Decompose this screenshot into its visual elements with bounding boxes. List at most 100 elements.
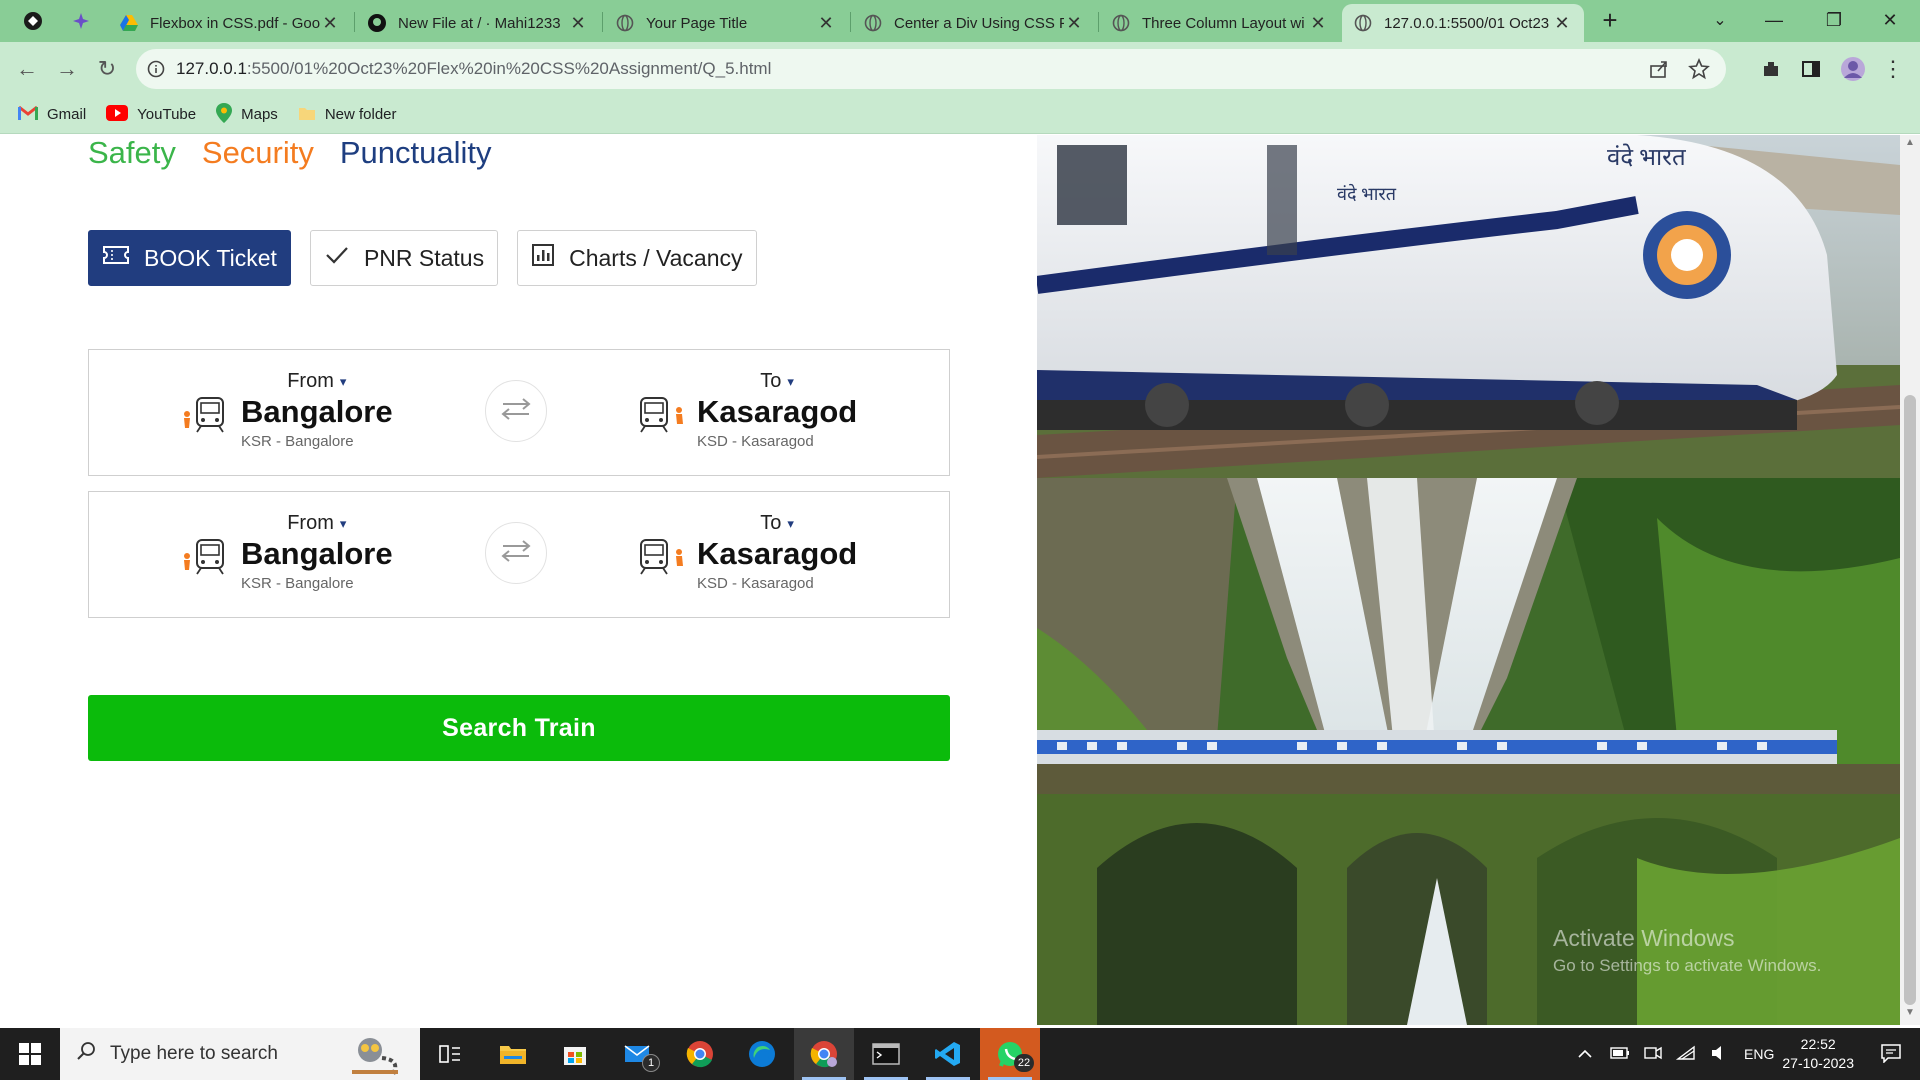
watermark-subtitle: Go to Settings to activate Windows.: [1553, 956, 1822, 975]
to-station[interactable]: To ▾ Kasaragod KSD - Kasaragod: [637, 370, 857, 450]
chrome-active-icon[interactable]: [794, 1028, 854, 1080]
new-tab-button[interactable]: +: [1594, 6, 1626, 36]
tab-1[interactable]: New File at / · Mahi1233 ✕: [356, 4, 600, 42]
swap-stations-button[interactable]: [485, 380, 547, 442]
clock[interactable]: 22:52 27-10-2023: [1782, 1035, 1854, 1073]
scrollbar-thumb[interactable]: [1904, 395, 1916, 1005]
close-icon[interactable]: ✕: [1308, 13, 1328, 34]
close-icon[interactable]: ✕: [320, 13, 340, 34]
bookmark-label: YouTube: [137, 106, 197, 123]
volume-icon[interactable]: [1710, 1045, 1728, 1064]
wifi-icon[interactable]: [1675, 1045, 1696, 1064]
tab-separator: [850, 12, 851, 32]
tab-2[interactable]: Your Page Title ✕: [604, 4, 848, 42]
bookmarks-bar: Gmail YouTube Maps New folder: [0, 96, 1920, 134]
tagline-security: Security: [201, 135, 314, 170]
route-card: From ▾ Bangalore KSR - Bangalore To ▾ Kasa…: [88, 349, 950, 476]
avatar[interactable]: [1838, 54, 1868, 84]
microsoft-store-icon[interactable]: [545, 1028, 605, 1080]
bookmark-star-icon[interactable]: [1688, 57, 1710, 85]
menu-kebab-icon[interactable]: ⋮: [1878, 54, 1908, 84]
start-button[interactable]: [0, 1028, 60, 1080]
tab-list-chevron-icon[interactable]: ⌄: [1690, 0, 1750, 40]
url-text: 127.0.0.1:5500/01%20Oct23%20Flex%20in%20…: [176, 59, 771, 79]
minimize-button[interactable]: —: [1744, 0, 1804, 40]
chrome-icon[interactable]: [670, 1028, 730, 1080]
reload-button[interactable]: ↻: [92, 54, 122, 84]
svg-text:वंदे भारत: वंदे भारत: [1607, 143, 1687, 171]
profile-app-icon[interactable]: [16, 6, 50, 36]
bookmark-label: New folder: [324, 106, 397, 123]
tab-title: 127.0.0.1:5500/01 Oct23: [1384, 14, 1550, 32]
chevron-up-icon[interactable]: [1578, 1046, 1592, 1062]
chevron-down-icon[interactable]: ▾: [787, 516, 794, 532]
maps-icon: [216, 102, 233, 127]
address-bar[interactable]: 127.0.0.1:5500/01%20Oct23%20Flex%20in%20…: [136, 49, 1726, 89]
search-train-button[interactable]: Search Train: [88, 695, 950, 761]
chevron-down-icon[interactable]: ▾: [787, 374, 794, 390]
tab-3[interactable]: Center a Div Using CSS F ✕: [852, 4, 1096, 42]
restore-button[interactable]: ❐: [1804, 0, 1864, 40]
vscode-icon[interactable]: [918, 1028, 978, 1080]
browser-tab-strip: Flexbox in CSS.pdf - Goo ✕ New File at /…: [0, 0, 1920, 42]
notifications-icon[interactable]: [1880, 1043, 1902, 1066]
close-icon[interactable]: ✕: [1064, 13, 1084, 34]
tab-4[interactable]: Three Column Layout wi ✕: [1100, 4, 1340, 42]
bookmark-gmail[interactable]: Gmail: [18, 105, 86, 125]
bookmark-new-folder[interactable]: New folder: [298, 105, 397, 125]
search-highlight-lemur-icon: [342, 1030, 406, 1084]
bookmark-maps[interactable]: Maps: [216, 102, 278, 127]
taskbar-search-box[interactable]: Type here to search: [60, 1028, 420, 1080]
google-drive-icon: [120, 14, 138, 32]
battery-icon[interactable]: [1610, 1046, 1630, 1062]
page-viewport: Safety Security Punctuality BOOK Ticket …: [0, 135, 1920, 1025]
whatsapp-icon[interactable]: 22: [980, 1028, 1040, 1080]
train-station-icon: [637, 388, 687, 438]
chevron-down-icon[interactable]: ▾: [340, 374, 347, 390]
scroll-down-arrow[interactable]: ▼: [1900, 1007, 1920, 1023]
meet-now-icon[interactable]: [1644, 1045, 1662, 1064]
site-info-icon[interactable]: [136, 60, 176, 78]
whatsapp-badge: 22: [1014, 1054, 1034, 1072]
bookmark-youtube[interactable]: YouTube: [106, 104, 197, 125]
scroll-up-arrow[interactable]: ▲: [1900, 137, 1920, 153]
from-station[interactable]: From ▾ Bangalore KSR - Bangalore: [181, 370, 393, 450]
windows-logo-icon: [19, 1043, 41, 1065]
close-window-button[interactable]: ✕: [1860, 0, 1920, 40]
share-icon[interactable]: [1648, 58, 1670, 85]
from-code: KSR - Bangalore: [241, 575, 354, 592]
train-station-icon: [637, 530, 687, 580]
charts-vacancy-button[interactable]: Charts / Vacancy: [517, 230, 757, 286]
tab-0[interactable]: Flexbox in CSS.pdf - Goo ✕: [108, 4, 352, 42]
swap-stations-button[interactable]: [485, 522, 547, 584]
to-station[interactable]: To ▾ Kasaragod KSD - Kasaragod: [637, 512, 857, 592]
from-city: Bangalore: [241, 394, 393, 429]
edge-icon[interactable]: [732, 1028, 792, 1080]
from-station[interactable]: From ▾ Bangalore KSR - Bangalore: [181, 512, 393, 592]
tab-search-icon[interactable]: [64, 6, 98, 36]
terminal-icon[interactable]: [856, 1028, 916, 1080]
pnr-status-button[interactable]: PNR Status: [309, 230, 499, 286]
mail-icon[interactable]: 1: [608, 1028, 668, 1080]
svg-text:वंदे भारत: वंदे भारत: [1337, 183, 1397, 204]
action-buttons: BOOK Ticket PNR Status Charts / Vacancy: [88, 230, 757, 286]
from-label: From: [287, 370, 334, 392]
file-explorer-icon[interactable]: [483, 1028, 543, 1080]
language-indicator[interactable]: ENG: [1744, 1046, 1774, 1062]
clock-time: 22:52: [1800, 1036, 1836, 1052]
extensions-icon[interactable]: [1756, 54, 1786, 84]
close-icon[interactable]: ✕: [1552, 13, 1572, 34]
side-panel-icon[interactable]: [1796, 54, 1826, 84]
page-scrollbar[interactable]: ▲ ▼: [1900, 135, 1920, 1025]
url-host: 127.0.0.1: [176, 59, 247, 78]
forward-button[interactable]: →: [52, 54, 82, 84]
close-icon[interactable]: ✕: [816, 13, 836, 34]
task-view-icon[interactable]: [420, 1028, 480, 1080]
book-ticket-button[interactable]: BOOK Ticket: [88, 230, 291, 286]
close-icon[interactable]: ✕: [568, 13, 588, 34]
back-button[interactable]: ←: [12, 54, 42, 84]
tab-5-active[interactable]: 127.0.0.1:5500/01 Oct23 ✕: [1342, 4, 1584, 42]
to-code: KSD - Kasaragod: [697, 575, 814, 592]
chevron-down-icon[interactable]: ▾: [340, 516, 347, 532]
youtube-icon: [106, 104, 129, 125]
